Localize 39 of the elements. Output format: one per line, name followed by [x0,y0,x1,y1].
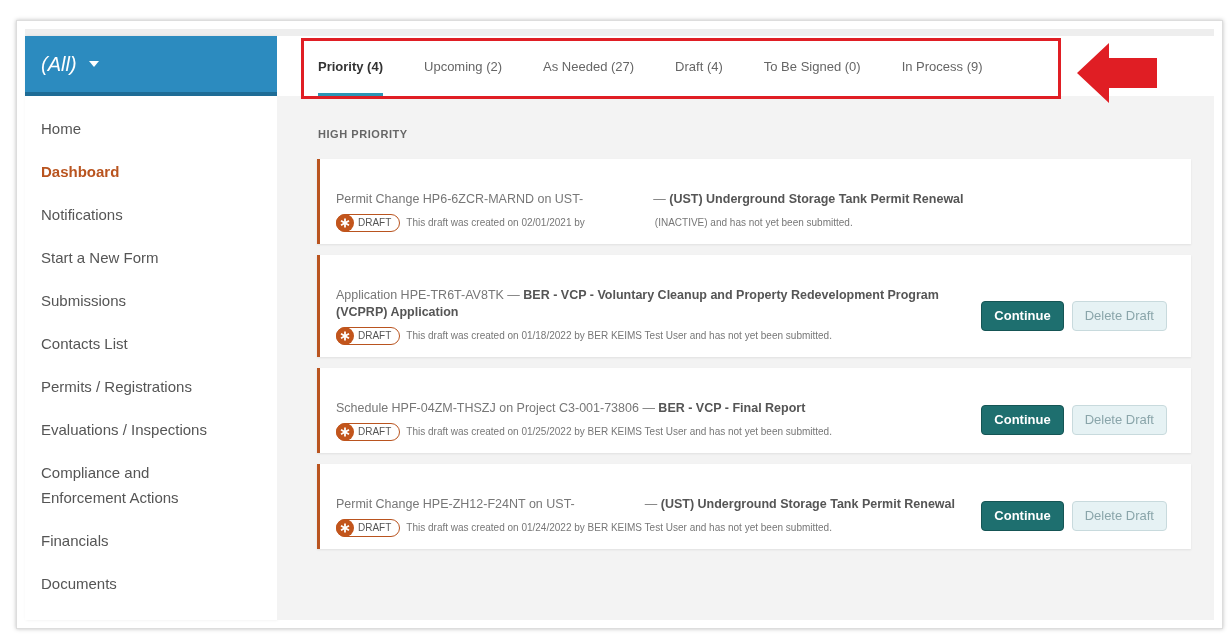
tab[interactable]: In Process (9) [901,36,983,96]
asterisk-icon [336,213,354,232]
tab[interactable]: Priority (4) [318,36,383,96]
continue-button[interactable]: Continue [981,300,1064,331]
asterisk-icon [336,518,354,537]
tab[interactable]: Draft (4) [675,36,723,96]
tab[interactable]: As Needed (27) [543,36,635,96]
card-title: — (UST) Underground Storage Tank Permit Renewal [653,190,964,208]
sidebar-item[interactable]: Documents [41,571,221,596]
sidebar-item[interactable]: Dashboard [41,159,221,184]
section-title: HIGH PRIORITY [318,127,409,142]
card-title: — (UST) Underground Storage Tank Permit Renewal [644,495,955,513]
arrow-icon [1077,43,1157,103]
asterisk-icon [336,422,354,441]
card-title: Application HPE-TR6T-AV8TK — BER - VCP - Voluntary Cleanup and Property Redevelopment Program (VCPRP) Application [336,286,940,321]
draft-note: This draft was created on 01/18/2022 by BER KEIMS Test User and has not yet been submitted. [406,329,832,343]
sidebar-item[interactable]: Home [41,116,221,141]
sidebar-item[interactable]: Start a New Form [41,245,221,270]
sidebar-item[interactable]: Permits / Registrations [41,374,221,399]
draft-note: (INACTIVE) and has not yet been submitted. [654,216,853,230]
sidebar-item[interactable]: Compliance and Enforcement Actions [41,460,221,510]
draft-note: This draft was created on 02/01/2021 by [406,216,585,230]
tab[interactable]: To Be Signed (0) [763,36,861,96]
card-title: Permit Change HPE-ZH12-F24NT on UST- [336,495,575,513]
asterisk-icon [336,326,354,345]
caret-icon [88,61,99,67]
sidebar-item[interactable]: Financials [41,528,221,553]
draft-note: This draft was created on 01/25/2022 by BER KEIMS Test User and has not yet been submitted. [406,425,832,439]
tab[interactable]: Upcoming (2) [424,36,503,96]
card-title: Schedule HPF-04ZM-THSZJ on Project C3-001-73806 — BER - VCP - Final Report [336,399,806,417]
continue-button[interactable]: Continue [981,501,1064,531]
sidebar-item[interactable]: Contacts List [41,331,221,356]
draft-note: This draft was created on 01/24/2022 by BER KEIMS Test User and has not yet been submitted. [406,521,832,535]
sidebar-item[interactable]: Notifications [41,202,221,227]
scope-dropdown[interactable]: (All) [25,36,277,96]
card-title: Permit Change HP6-6ZCR-MARND on UST- [336,190,584,208]
sidebar-item[interactable]: Evaluations / Inspections [41,417,221,442]
continue-button[interactable]: Continue [981,405,1064,435]
sidebar-item[interactable]: Submissions [41,288,221,313]
